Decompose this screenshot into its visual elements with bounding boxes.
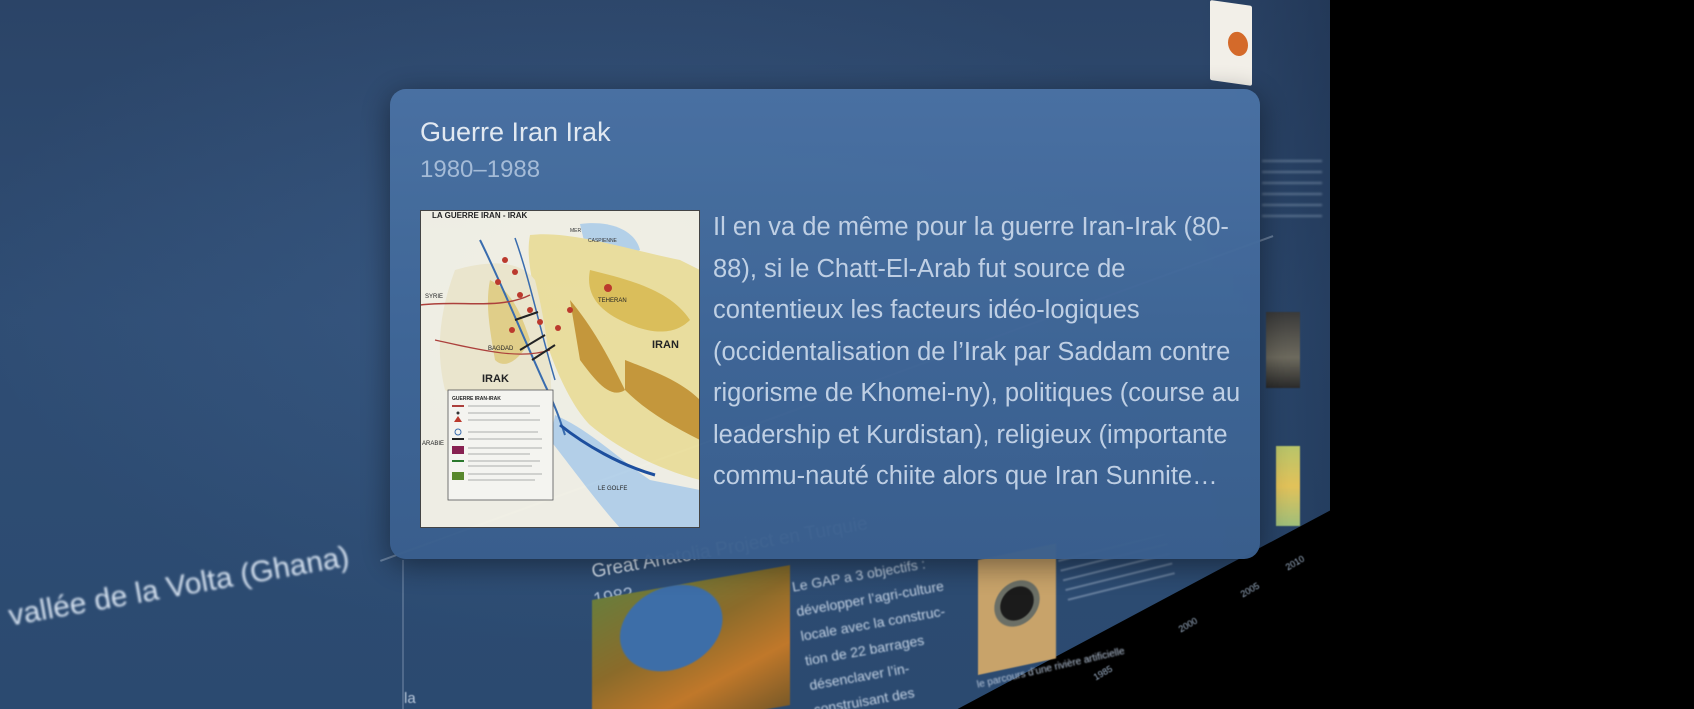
event-detail-popup[interactable]: Guerre Iran Irak 1980–1988 LA GUERRE IRA…: [390, 89, 1260, 559]
map-label-bagdad: BAGDAD: [488, 346, 514, 352]
popup-date: 1980–1988: [420, 156, 541, 183]
map-label-syrie: SYRIE: [425, 294, 443, 300]
map-label-mer: MER: [570, 228, 582, 234]
map-label-teheran: TEHERAN: [598, 298, 627, 304]
map-legend-title: GUERRE IRAN-IRAK: [452, 396, 501, 402]
popup-description: Il en va de même pour la guerre Iran-Ira…: [713, 213, 1241, 490]
year-label: 2005: [1238, 580, 1262, 600]
year-label: 2010: [1283, 553, 1307, 573]
year-label: 1985: [1091, 663, 1115, 683]
popup-map-image[interactable]: LA GUERRE IRAN - IRAK MER CASPIENNE TEHE…: [420, 210, 700, 528]
event-fragment: la: [404, 690, 416, 707]
map-label-arabie: ARABIE: [422, 441, 444, 447]
map-label-caspienne: CASPIENNE: [588, 238, 618, 244]
popup-title: Guerre Iran Irak: [420, 117, 611, 147]
map-label-golfe: LE GOLFE: [598, 486, 627, 492]
year-label: 2000: [1176, 615, 1200, 635]
event-thumbnail-logo[interactable]: [1210, 0, 1252, 86]
map-label-irak: IRAK: [482, 373, 509, 385]
map-label-iran: IRAN: [652, 339, 679, 351]
iran-iraq-map: LA GUERRE IRAN - IRAK MER CASPIENNE TEHE…: [420, 210, 700, 528]
map-title: LA GUERRE IRAN - IRAK: [432, 211, 527, 220]
event-text-great-anatolia: Le GAP a 3 objectifs : développer l’agri…: [790, 555, 947, 709]
timeline-stage: vallée de la Volta (Ghana) la Great Anat…: [0, 0, 1694, 709]
event-thumbnail-tube[interactable]: [978, 543, 1056, 675]
side-event-text: [1262, 160, 1322, 226]
event-thumbnail-side-1[interactable]: [1266, 312, 1300, 388]
event-thumbnail-side-2[interactable]: [1276, 446, 1300, 526]
event-divider: [402, 560, 404, 709]
